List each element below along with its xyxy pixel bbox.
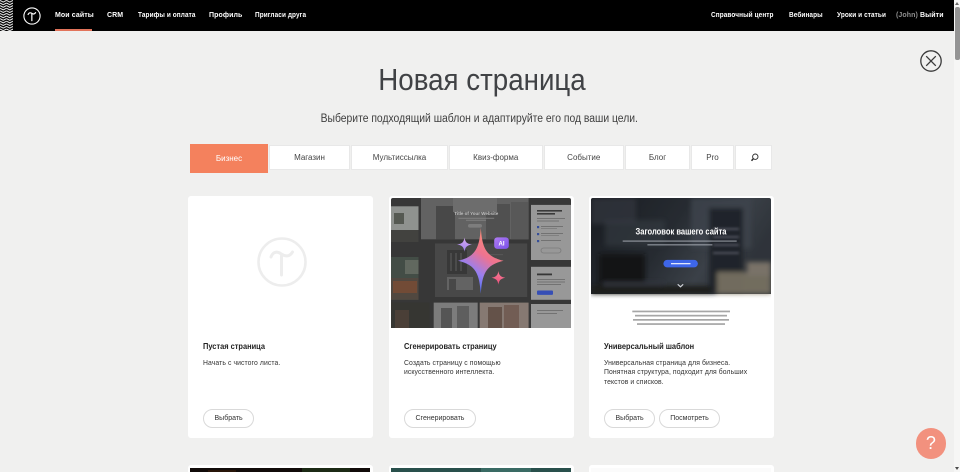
svg-text:Заголовок вашего сайта: Заголовок вашего сайта xyxy=(636,227,728,237)
svg-text:AI: AI xyxy=(499,242,505,248)
